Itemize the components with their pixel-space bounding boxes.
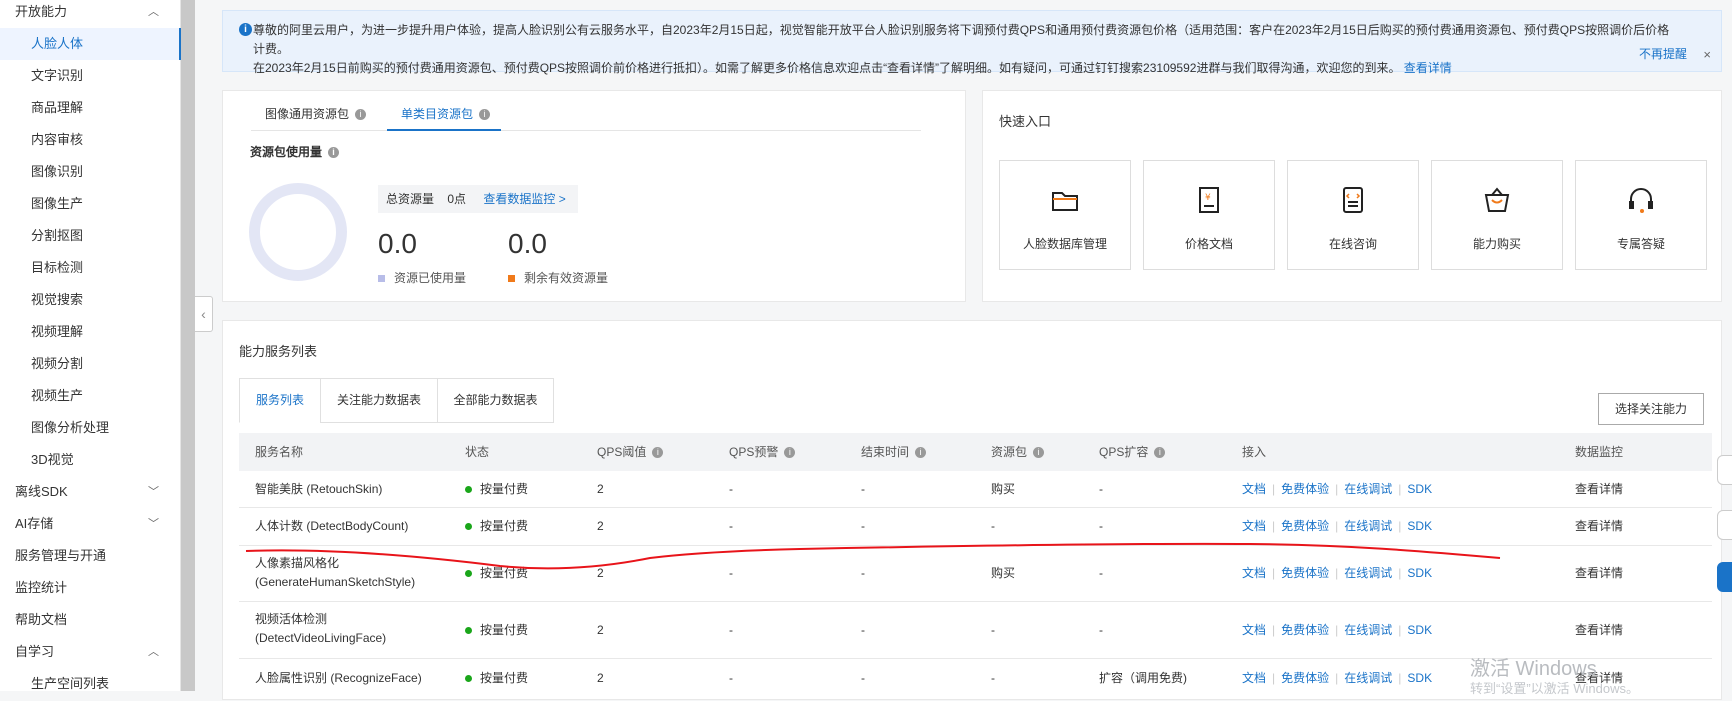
windows-activation-watermark: 激活 Windows bbox=[1470, 658, 1597, 680]
red-annotation-stroke bbox=[245, 542, 1501, 570]
floating-help-button[interactable] bbox=[1717, 455, 1732, 485]
floating-message-button[interactable] bbox=[1717, 510, 1732, 540]
windows-activation-hint: 转到“设置”以激活 Windows。 bbox=[1470, 681, 1640, 696]
floating-contact-button[interactable] bbox=[1717, 562, 1732, 592]
